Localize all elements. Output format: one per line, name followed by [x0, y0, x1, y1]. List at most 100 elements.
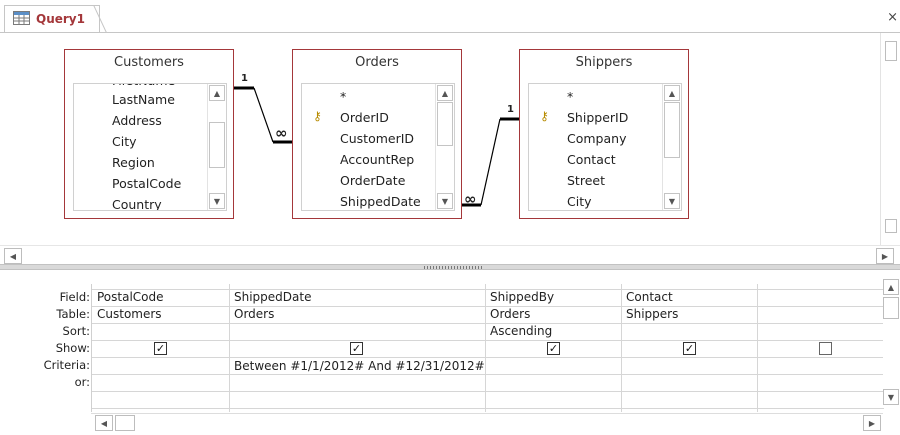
tab-query1[interactable]: Query1 — [4, 5, 100, 33]
row-label-show: Show: — [55, 341, 90, 355]
grid-vertical-scrollbar[interactable]: ▲ ▼ — [883, 279, 900, 407]
row-label-sort: Sort: — [62, 324, 90, 338]
field-item[interactable]: Street — [567, 170, 605, 191]
field-item[interactable]: Company — [567, 128, 626, 149]
field-list[interactable]: * ⚷ OrderID CustomerID AccountRep OrderD… — [301, 83, 455, 211]
scroll-right-icon[interactable]: ▶ — [863, 415, 881, 431]
scroll-right-icon[interactable]: ▶ — [876, 248, 894, 264]
field-list[interactable]: FirstName LastName Address City Region P… — [73, 83, 227, 211]
field-item[interactable]: Region — [112, 152, 155, 173]
row-label-field: Field: — [59, 290, 90, 304]
row-label-criteria: Criteria: — [43, 358, 90, 372]
list-scrollbar[interactable]: ▲ ▼ — [207, 84, 226, 210]
scroll-thumb[interactable] — [115, 415, 135, 431]
scroll-thumb[interactable] — [885, 41, 897, 61]
grid-horizontal-scrollbar[interactable]: ◀ ▶ — [91, 413, 883, 431]
table-orders[interactable]: Orders * ⚷ OrderID CustomerID AccountRep… — [292, 49, 462, 219]
join-end-one: 1 — [241, 73, 248, 84]
row-label-table: Table: — [56, 307, 90, 321]
scroll-down-icon[interactable]: ▼ — [664, 193, 680, 209]
pane-splitter[interactable] — [0, 264, 900, 270]
tab-strip: Query1 × — [0, 0, 900, 33]
scroll-thumb[interactable] — [664, 102, 680, 158]
field-item[interactable]: LastName — [112, 89, 175, 110]
grid-table-cell[interactable]: Orders — [234, 307, 274, 321]
scroll-up-icon[interactable]: ▲ — [437, 85, 453, 101]
query-icon — [13, 11, 30, 25]
field-item[interactable]: OrderDate — [340, 170, 405, 191]
field-item[interactable]: OrderID — [340, 107, 389, 128]
column-divider[interactable] — [621, 284, 622, 412]
show-checkbox[interactable]: ✓ — [547, 342, 560, 355]
field-item[interactable]: CustomerID — [340, 128, 414, 149]
join-line-customers-orders[interactable] — [253, 87, 274, 143]
field-item[interactable]: AccountRep — [340, 149, 414, 170]
field-item[interactable]: ShipperID — [567, 107, 628, 128]
row-divider — [92, 340, 884, 341]
scroll-thumb[interactable] — [885, 219, 897, 233]
join-end-one: 1 — [507, 104, 514, 115]
field-item[interactable]: Country — [112, 194, 162, 210]
field-item[interactable]: PostalCode — [112, 173, 181, 194]
scroll-down-icon[interactable]: ▼ — [883, 389, 899, 405]
column-divider[interactable] — [229, 284, 230, 412]
grid-table-cell[interactable]: Customers — [97, 307, 162, 321]
grid-criteria-cell[interactable]: Between #1/1/2012# And #12/31/2012# — [234, 359, 485, 373]
join-end-many: ∞ — [275, 124, 288, 142]
grid-field-cell[interactable]: PostalCode — [97, 290, 164, 304]
show-checkbox[interactable] — [819, 342, 832, 355]
row-divider — [92, 323, 884, 324]
show-checkbox[interactable]: ✓ — [683, 342, 696, 355]
scroll-thumb[interactable] — [437, 102, 453, 146]
scroll-up-icon[interactable]: ▲ — [664, 85, 680, 101]
field-item[interactable]: Address — [112, 110, 162, 131]
splitter-grip[interactable] — [424, 266, 484, 269]
field-item[interactable]: City — [112, 131, 137, 152]
table-title: Customers — [114, 55, 184, 70]
tab-label: Query1 — [36, 12, 85, 26]
table-customers[interactable]: Customers FirstName LastName Address Cit… — [64, 49, 234, 219]
column-divider[interactable] — [757, 284, 758, 412]
field-item[interactable]: City — [567, 191, 592, 210]
scroll-left-icon[interactable]: ◀ — [4, 248, 22, 264]
list-scrollbar[interactable]: ▲ ▼ — [435, 84, 454, 210]
pane-vertical-scrollbar[interactable] — [880, 33, 900, 245]
show-checkbox[interactable]: ✓ — [350, 342, 363, 355]
field-list[interactable]: * ⚷ ShipperID Company Contact Street Cit… — [528, 83, 682, 211]
scroll-thumb[interactable] — [883, 297, 899, 319]
table-pane: 1 ∞ 1 ∞ Customers FirstName LastName Add… — [0, 33, 900, 265]
field-item[interactable]: * — [567, 86, 573, 107]
row-divider — [92, 306, 884, 307]
list-scrollbar[interactable]: ▲ ▼ — [662, 84, 681, 210]
show-checkbox[interactable]: ✓ — [154, 342, 167, 355]
row-divider — [92, 289, 884, 290]
grid-table-cell[interactable]: Shippers — [626, 307, 678, 321]
field-item[interactable]: ShippedDate — [340, 191, 421, 210]
grid-sort-cell[interactable]: Ascending — [490, 324, 552, 338]
scroll-thumb[interactable] — [209, 122, 225, 168]
scroll-down-icon[interactable]: ▼ — [437, 193, 453, 209]
row-divider — [92, 374, 884, 375]
row-divider — [92, 357, 884, 358]
scroll-left-icon[interactable]: ◀ — [95, 415, 113, 431]
scroll-up-icon[interactable]: ▲ — [883, 279, 899, 295]
key-icon: ⚷ — [313, 109, 322, 123]
grid-table-cell[interactable]: Orders — [490, 307, 530, 321]
table-title: Orders — [355, 55, 399, 70]
column-divider[interactable] — [485, 284, 486, 412]
field-item[interactable]: * — [340, 86, 346, 107]
row-divider — [92, 391, 884, 392]
grid-field-cell[interactable]: ShippedDate — [234, 290, 311, 304]
design-grid-pane: Field: Table: Sort: Show: Criteria: or: … — [0, 271, 900, 435]
table-title: Shippers — [575, 55, 633, 70]
field-item[interactable]: Contact — [567, 149, 616, 170]
scroll-down-icon[interactable]: ▼ — [209, 193, 225, 209]
join-end-many: ∞ — [464, 190, 477, 208]
grid-field-cell[interactable]: Contact — [626, 290, 673, 304]
pane-horizontal-scrollbar[interactable]: ◀ ▶ — [0, 245, 900, 265]
table-shippers[interactable]: Shippers * ⚷ ShipperID Company Contact S… — [519, 49, 689, 219]
join-line-shippers-orders[interactable] — [480, 118, 501, 206]
grid-field-cell[interactable]: ShippedBy — [490, 290, 554, 304]
scroll-up-icon[interactable]: ▲ — [209, 85, 225, 101]
close-icon[interactable]: × — [887, 10, 898, 25]
